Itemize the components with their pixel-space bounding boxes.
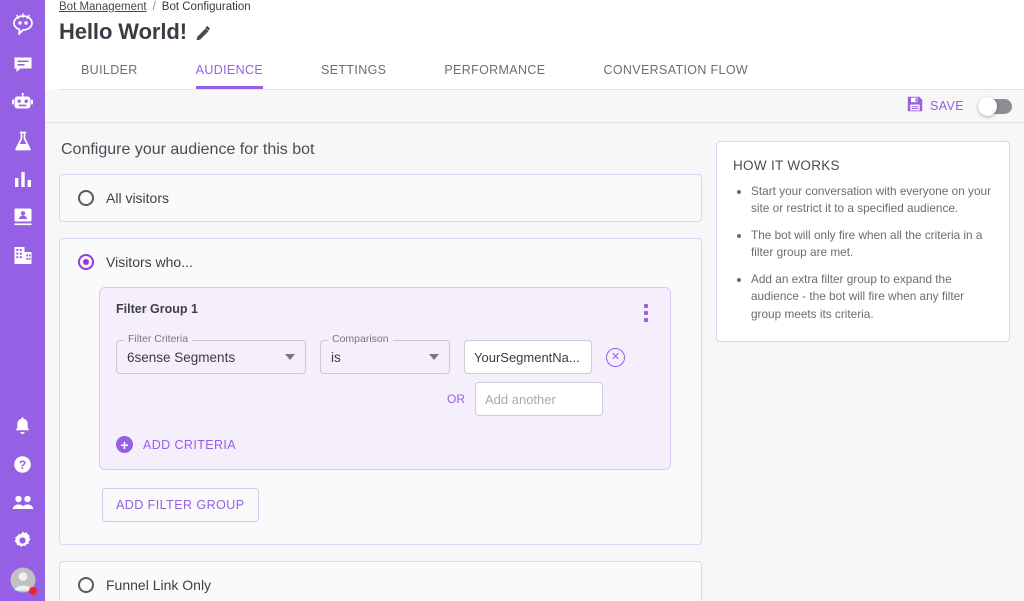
segment-value-input[interactable]: YourSegmentNa...	[464, 340, 592, 374]
tab-bar: BUILDER AUDIENCE SETTINGS PERFORMANCE CO…	[59, 57, 1024, 90]
app-root: ? Bot Management / Bot Configuration Hel…	[0, 0, 1024, 601]
audience-config-column: Configure your audience for this bot All…	[59, 141, 702, 601]
action-bar: SAVE	[45, 90, 1024, 123]
option-funnel-link-only[interactable]: Funnel Link Only	[59, 561, 702, 601]
list-item: The bot will only fire when all the crit…	[751, 227, 993, 262]
add-criteria-button[interactable]: + ADD CRITERIA	[116, 436, 654, 453]
sidebar-bottom-group: ?	[0, 407, 45, 601]
content-area: Configure your audience for this bot All…	[45, 123, 1024, 601]
people-icon[interactable]	[0, 483, 45, 521]
how-it-works-title: HOW IT WORKS	[733, 158, 840, 173]
tab-settings[interactable]: SETTINGS	[321, 57, 386, 89]
comparison-box[interactable]: is	[320, 340, 450, 374]
circle-x-icon[interactable]: ✕	[606, 348, 625, 367]
plus-circle-icon: +	[116, 436, 133, 453]
breadcrumb-separator: /	[152, 1, 156, 13]
radio-funnel-link-only[interactable]	[78, 577, 94, 593]
sidebar: ?	[0, 0, 45, 601]
pencil-icon[interactable]	[196, 25, 211, 40]
option-header: All visitors	[60, 175, 701, 221]
add-filter-group-label: ADD FILTER GROUP	[116, 498, 245, 512]
radio-all-visitors[interactable]	[78, 190, 94, 206]
how-it-works-panel: HOW IT WORKS Start your conversation wit…	[716, 141, 1010, 343]
add-criteria-label: ADD CRITERIA	[143, 437, 237, 452]
filter-group-title: Filter Group 1	[116, 302, 198, 316]
status-dot	[29, 587, 37, 595]
option-header: Funnel Link Only	[60, 562, 701, 601]
chevron-down-icon	[285, 354, 295, 360]
list-item: Start your conversation with everyone on…	[751, 183, 993, 218]
comparison-select[interactable]: Comparison is	[320, 333, 450, 374]
comparison-legend: Comparison	[328, 333, 393, 345]
option-label-visitors-who: Visitors who...	[106, 254, 193, 270]
toggle-knob	[978, 96, 997, 116]
option-label-all-visitors: All visitors	[106, 190, 170, 206]
svg-text:?: ?	[19, 458, 26, 472]
filter-criteria-select[interactable]: Filter Criteria 6sense Segments	[116, 333, 306, 374]
filter-group-header: Filter Group 1	[116, 302, 654, 324]
filter-group-1: Filter Group 1 Filter Criteria 6sense Se…	[99, 287, 671, 470]
breadcrumb: Bot Management / Bot Configuration	[59, 0, 1024, 13]
or-row: OR Add another	[116, 382, 654, 416]
filter-criteria-value: 6sense Segments	[127, 349, 236, 365]
title-row: Hello World!	[59, 19, 1024, 45]
bot-logo-icon[interactable]	[0, 6, 45, 46]
tab-audience[interactable]: AUDIENCE	[195, 57, 264, 89]
save-button[interactable]: SAVE	[907, 96, 964, 117]
kebab-menu-icon[interactable]	[638, 302, 654, 324]
page-title: Hello World!	[59, 19, 187, 44]
robot-icon[interactable]	[0, 84, 45, 122]
list-item: Add an extra filter group to expand the …	[751, 271, 993, 323]
chevron-down-icon	[429, 354, 439, 360]
option-label-funnel-link-only: Funnel Link Only	[106, 577, 212, 593]
chat-bubble-icon[interactable]	[0, 46, 45, 84]
bar-chart-icon[interactable]	[0, 160, 45, 198]
filter-criteria-box[interactable]: 6sense Segments	[116, 340, 306, 374]
breadcrumb-parent-link[interactable]: Bot Management	[59, 1, 147, 13]
tab-conversation-flow[interactable]: CONVERSATION FLOW	[603, 57, 748, 89]
contact-card-icon[interactable]	[0, 198, 45, 236]
tab-performance[interactable]: PERFORMANCE	[444, 57, 545, 89]
how-it-works-list: Start your conversation with everyone on…	[733, 183, 993, 323]
gear-icon[interactable]	[0, 521, 45, 559]
how-it-works-column: HOW IT WORKS Start your conversation wit…	[702, 141, 1010, 601]
bell-icon[interactable]	[0, 407, 45, 445]
topbar: Bot Management / Bot Configuration Hello…	[45, 0, 1024, 90]
criteria-row: Filter Criteria 6sense Segments Comparis…	[116, 333, 654, 374]
building-icon[interactable]	[0, 236, 45, 274]
question-circle-icon[interactable]: ?	[0, 445, 45, 483]
or-label: OR	[447, 392, 465, 406]
main-area: Bot Management / Bot Configuration Hello…	[45, 0, 1024, 601]
add-filter-group-button[interactable]: ADD FILTER GROUP	[102, 488, 259, 522]
option-header[interactable]: Visitors who...	[60, 239, 701, 285]
enable-toggle[interactable]	[978, 96, 1012, 116]
floppy-disk-icon	[907, 96, 923, 117]
save-label: SAVE	[929, 99, 964, 113]
sidebar-top-group	[0, 0, 45, 274]
add-another-input[interactable]: Add another	[475, 382, 603, 416]
option-visitors-who: Visitors who... Filter Group 1 Filter Cr…	[59, 238, 702, 545]
avatar[interactable]	[0, 559, 45, 601]
option-all-visitors[interactable]: All visitors	[59, 174, 702, 222]
tab-builder[interactable]: BUILDER	[81, 57, 138, 89]
section-title: Configure your audience for this bot	[61, 141, 315, 158]
comparison-value: is	[331, 349, 341, 365]
flask-icon[interactable]	[0, 122, 45, 160]
filter-criteria-legend: Filter Criteria	[124, 333, 193, 345]
breadcrumb-current: Bot Configuration	[161, 1, 251, 13]
radio-visitors-who[interactable]	[78, 254, 94, 270]
